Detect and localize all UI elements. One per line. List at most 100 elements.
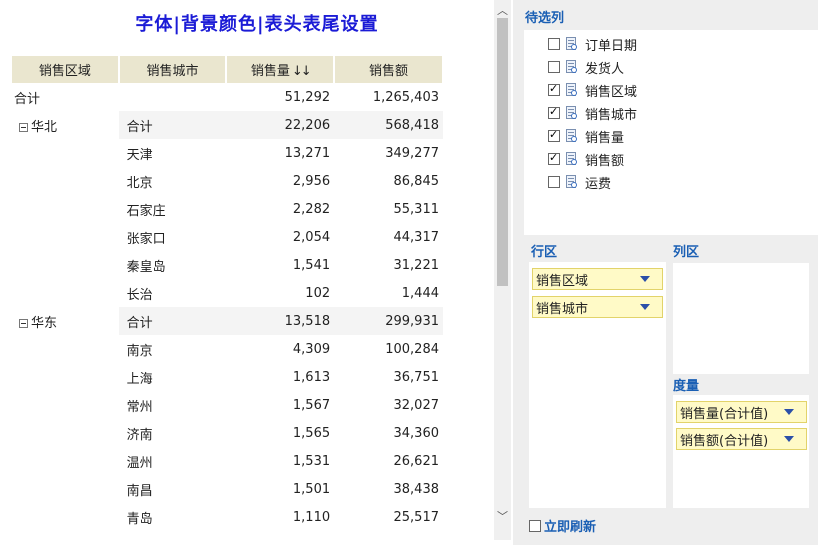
measure-zone-item[interactable]: 销售量(合计值) <box>676 401 807 423</box>
field-label: 订单日期 <box>585 38 638 54</box>
row-zone-item[interactable]: 销售城市 <box>532 296 663 318</box>
row-zone-item-label: 销售城市 <box>536 301 589 317</box>
qty-cell: 22,206 <box>226 111 335 139</box>
total-qty: 51,292 <box>284 89 331 105</box>
amount-cell: 31,221 <box>393 257 440 273</box>
qty-cell: 13,271 <box>284 145 331 161</box>
field-checkbox[interactable] <box>548 61 560 73</box>
table-row: 华北 合计 22,206 568,418 <box>12 111 443 139</box>
city-cell: 南昌 <box>126 483 153 499</box>
amount-cell: 36,751 <box>393 369 440 385</box>
table-total-row: 合计 51,292 1,265,403 <box>12 83 443 111</box>
field-item[interactable]: 销售区域 <box>548 81 638 100</box>
sort-desc-icon[interactable]: ↓↓ <box>292 64 312 79</box>
field-label: 运费 <box>585 176 612 192</box>
fields-title: 待选列 <box>525 11 565 26</box>
dropdown-arrow-icon[interactable] <box>640 304 650 310</box>
amount-cell: 34,360 <box>393 425 440 441</box>
qty-cell: 1,531 <box>292 453 331 469</box>
city-cell: 北京 <box>126 175 153 191</box>
city-cell: 天津 <box>126 147 153 163</box>
field-label: 销售量 <box>585 130 625 146</box>
qty-cell: 4,309 <box>292 341 331 357</box>
measure-zone-item-label: 销售量(合计值) <box>680 406 769 422</box>
region-cell <box>12 167 119 195</box>
field-doc-icon <box>565 175 578 189</box>
qty-cell: 2,054 <box>292 229 331 245</box>
measure-zone-title: 度量 <box>673 379 700 394</box>
table-row: 华东 合计 13,518 299,931 <box>12 307 443 335</box>
dropdown-arrow-icon[interactable] <box>640 276 650 282</box>
auto-refresh-toggle[interactable]: 立即刷新 <box>529 516 596 535</box>
table-row: 天津 13,271 349,277 <box>12 139 443 167</box>
column-zone[interactable] <box>673 263 809 374</box>
table-row: 上海 1,613 36,751 <box>12 363 443 391</box>
row-zone-item[interactable]: 销售区域 <box>532 268 663 290</box>
column-header-city[interactable]: 销售城市 <box>118 56 228 83</box>
field-item[interactable]: 销售量 <box>548 127 625 146</box>
dropdown-arrow-icon[interactable] <box>784 409 794 415</box>
column-header-qty[interactable]: 销售量 ↓↓ <box>226 56 336 83</box>
collapse-icon[interactable] <box>19 319 28 328</box>
field-checkbox[interactable] <box>548 38 560 50</box>
table-row: 张家口 2,054 44,317 <box>12 223 443 251</box>
field-checkbox[interactable] <box>548 128 560 142</box>
amount-cell: 55,311 <box>393 201 440 217</box>
field-doc-icon <box>565 152 578 166</box>
field-item[interactable]: 销售城市 <box>548 104 637 123</box>
city-cell: 青岛 <box>126 511 153 527</box>
amount-cell: 100,284 <box>385 341 439 357</box>
field-item[interactable]: 发货人 <box>548 58 624 77</box>
report-table: 销售区域 销售城市 销售量 ↓↓ 销售额 合计 51,292 1,265,403 华北合… <box>12 56 444 531</box>
region-cell <box>12 251 119 279</box>
table-row: 秦皇岛 1,541 31,221 <box>12 251 443 279</box>
scrollbar-thumb[interactable] <box>497 18 508 286</box>
amount-cell: 568,418 <box>334 111 443 139</box>
row-zone[interactable]: 销售区域销售城市 <box>529 262 666 508</box>
table-row: 温州 1,531 26,621 <box>12 447 443 475</box>
dropdown-arrow-icon[interactable] <box>784 436 794 442</box>
city-cell: 长治 <box>126 287 153 303</box>
region-cell <box>12 447 119 475</box>
field-label: 销售区域 <box>585 84 638 100</box>
field-item[interactable]: 销售额 <box>548 150 624 169</box>
field-doc-icon <box>565 106 578 120</box>
table-row: 长治 102 1,444 <box>12 279 443 307</box>
amount-cell: 44,317 <box>393 229 440 245</box>
scroll-down-arrow-icon[interactable]: ﹀ <box>494 508 511 525</box>
scroll-up-arrow-icon[interactable]: ︿ <box>494 2 511 19</box>
field-item[interactable]: 运费 <box>548 173 612 192</box>
field-doc-icon <box>565 37 578 51</box>
column-header-amount[interactable]: 销售额 <box>334 56 444 83</box>
collapse-icon[interactable] <box>19 123 28 132</box>
measure-zone[interactable]: 销售量(合计值) 销售额(合计值) <box>673 395 809 508</box>
measure-zone-item[interactable]: 销售额(合计值) <box>676 428 807 450</box>
region-label: 华东 <box>31 316 58 331</box>
region-cell <box>12 419 119 447</box>
auto-refresh-label: 立即刷新 <box>544 520 597 535</box>
field-item[interactable]: 订单日期 <box>548 35 638 54</box>
region-cell <box>12 363 119 391</box>
city-cell: 秦皇岛 <box>126 259 166 275</box>
city-cell: 张家口 <box>126 231 166 247</box>
field-checkbox[interactable] <box>548 151 560 165</box>
table-row: 石家庄 2,282 55,311 <box>12 195 443 223</box>
qty-cell: 1,567 <box>292 397 331 413</box>
total-amount: 1,265,403 <box>372 89 439 105</box>
field-checkbox[interactable] <box>548 105 560 119</box>
qty-cell: 2,282 <box>292 201 331 217</box>
region-cell <box>12 139 119 167</box>
column-header-region[interactable]: 销售区域 <box>12 56 120 83</box>
auto-refresh-checkbox[interactable] <box>529 519 541 532</box>
amount-cell: 86,845 <box>393 173 440 189</box>
report-area: 字体|背景颜色|表头表尾设置 销售区域 销售城市 销售量 ↓↓ 销售额 合计 51,… <box>0 0 494 540</box>
table-row: 常州 1,567 32,027 <box>12 391 443 419</box>
region-cell: 华东 <box>12 307 119 335</box>
amount-cell: 299,931 <box>334 307 443 335</box>
field-checkbox[interactable] <box>548 82 560 96</box>
field-doc-icon <box>565 83 578 97</box>
field-checkbox[interactable] <box>548 176 560 188</box>
report-title: 字体|背景颜色|表头表尾设置 <box>135 14 379 35</box>
amount-cell: 26,621 <box>393 453 440 469</box>
report-vertical-scrollbar[interactable]: ︿ ﹀ <box>494 0 511 540</box>
